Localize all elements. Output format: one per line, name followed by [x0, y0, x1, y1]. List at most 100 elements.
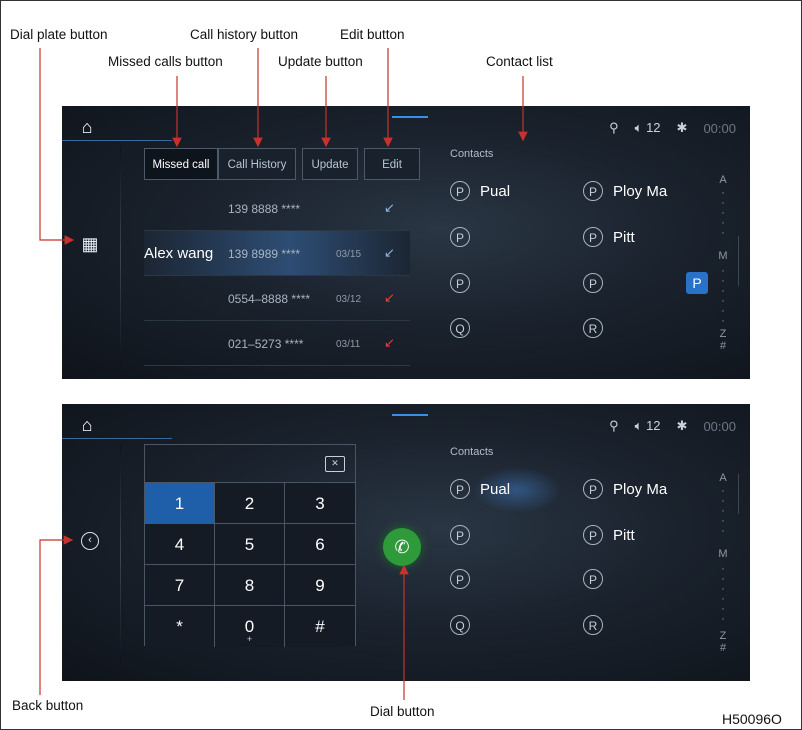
missed-call-icon: ↙: [384, 290, 395, 305]
sidebar-divider: [120, 444, 121, 664]
contact-item[interactable]: R: [583, 615, 613, 635]
contact-item[interactable]: Q: [450, 318, 480, 338]
call-number: 0554–8888 ****: [228, 292, 311, 306]
contacts-title: Contacts: [450, 446, 494, 458]
backspace-icon[interactable]: ✕: [325, 456, 345, 472]
contact-item[interactable]: R: [583, 318, 613, 338]
contact-letter-badge: R: [583, 318, 603, 338]
phone-icon: ✆: [394, 537, 410, 557]
callout-edit: Edit button: [340, 27, 405, 42]
contact-item[interactable]: P: [583, 569, 613, 589]
contact-item[interactable]: P Pual: [450, 181, 510, 201]
contact-letter-badge: P: [450, 569, 470, 589]
az-index-dots: · · · · · ·: [721, 265, 725, 327]
contact-letter-badge: P: [450, 273, 470, 293]
callout-dial: Dial button: [370, 704, 435, 719]
key-2[interactable]: 2: [215, 483, 285, 524]
contact-letter-badge: P: [583, 525, 603, 545]
key-5[interactable]: 5: [215, 524, 285, 565]
back-icon[interactable]: ‹: [81, 532, 99, 550]
az-index-dots: · · · · ·: [721, 187, 725, 239]
contact-item[interactable]: P: [450, 569, 480, 589]
contacts-title: Contacts: [450, 148, 494, 160]
az-index-m[interactable]: M: [716, 548, 730, 560]
contact-letter-badge: P: [450, 525, 470, 545]
call-date: 03/11: [336, 339, 361, 350]
dial-plate-icon[interactable]: ▦: [78, 232, 102, 256]
sidebar-divider: [120, 146, 121, 366]
volume-indicator: 🔈︎ 12: [635, 120, 661, 136]
contact-item[interactable]: P: [450, 525, 480, 545]
contact-name: Pual: [480, 480, 511, 498]
call-date: 03/15: [336, 249, 362, 260]
dial-button[interactable]: ✆: [383, 528, 421, 566]
contact-item[interactable]: P: [450, 227, 480, 247]
contact-letter-badge: P: [450, 181, 470, 201]
missed-call-tab[interactable]: Missed call: [144, 148, 218, 180]
call-log-screen: ⌂ ⚲ 🔈︎ 12 ✱ 00:00 ▦ Missed call Call His…: [62, 106, 750, 379]
az-index-hash[interactable]: #: [716, 642, 730, 654]
call-row[interactable]: Alex wang 139 8989 **** 03/15 ↙: [144, 231, 410, 276]
dial-display[interactable]: ✕: [145, 445, 355, 483]
callout-dial-plate: Dial plate button: [10, 27, 108, 42]
call-number: 021–5273 ****: [228, 337, 304, 351]
key-9[interactable]: 9: [285, 565, 355, 606]
bluetooth-icon: ✱: [676, 120, 688, 135]
callout-missed-calls: Missed calls button: [108, 54, 223, 69]
call-history-tab[interactable]: Call History: [218, 148, 296, 180]
volume-icon: 🔈︎: [634, 120, 643, 135]
scroll-track[interactable]: [738, 474, 739, 514]
az-index-z[interactable]: Z: [716, 328, 730, 340]
contact-letter-badge: R: [583, 615, 603, 635]
call-number: 139 8888 ****: [228, 202, 301, 216]
key-0[interactable]: 0 +: [215, 606, 285, 647]
az-index-hash[interactable]: #: [716, 340, 730, 352]
callout-call-history: Call history button: [190, 27, 299, 42]
top-indicator-line: [392, 414, 428, 416]
missed-call-icon: ↙: [384, 335, 395, 350]
key-7[interactable]: 7: [145, 565, 215, 606]
contact-item[interactable]: P Pitt: [583, 227, 635, 247]
volume-icon: 🔈︎: [634, 418, 643, 433]
incoming-call-icon: ↙: [384, 245, 395, 260]
key-4[interactable]: 4: [145, 524, 215, 565]
key-hash[interactable]: #: [285, 606, 355, 647]
contact-item[interactable]: P Ploy Ma: [583, 181, 667, 201]
key-star[interactable]: *: [145, 606, 215, 647]
call-row[interactable]: 021–5273 **** 03/11 ↙: [144, 321, 410, 366]
bluetooth-icon: ✱: [676, 418, 688, 433]
home-icon[interactable]: ⌂: [76, 414, 98, 436]
contact-item[interactable]: P: [450, 273, 480, 293]
call-row[interactable]: 0554–8888 **** 03/12 ↙: [144, 276, 410, 321]
contact-item[interactable]: P: [583, 273, 613, 293]
key-8[interactable]: 8: [215, 565, 285, 606]
az-index-a[interactable]: A: [716, 472, 730, 484]
contact-name: Pitt: [613, 228, 635, 246]
az-index-z[interactable]: Z: [716, 630, 730, 642]
az-index-dots: · · · · · ·: [721, 563, 725, 625]
volume-value: 12: [646, 120, 661, 135]
call-row[interactable]: 139 8888 **** ↙: [144, 186, 410, 231]
contact-name: Pual: [480, 182, 511, 200]
contact-item[interactable]: Q: [450, 615, 480, 635]
top-indicator-line: [392, 116, 428, 118]
home-icon[interactable]: ⌂: [76, 116, 98, 138]
contact-item[interactable]: P Ploy Ma: [583, 479, 667, 499]
key-6[interactable]: 6: [285, 524, 355, 565]
contact-item[interactable]: P Pual: [450, 467, 563, 513]
update-button[interactable]: Update: [302, 148, 358, 180]
call-list: 139 8888 **** ↙ Alex wang 139 8989 **** …: [144, 186, 410, 366]
contact-letter-badge: P: [583, 181, 603, 201]
edit-button[interactable]: Edit: [364, 148, 420, 180]
key-1[interactable]: 1: [145, 483, 215, 524]
contact-item[interactable]: P Pitt: [583, 525, 635, 545]
scroll-track[interactable]: [738, 236, 739, 286]
az-index-m[interactable]: M: [716, 250, 730, 262]
dialer-screen: ⌂ ⚲ 🔈︎ 12 ✱ 00:00 ‹ ✕ 1 2 3 4 5 6 7 8 9 …: [62, 404, 750, 681]
call-date: 03/12: [336, 294, 362, 305]
key-3[interactable]: 3: [285, 483, 355, 524]
status-bar: ⚲ 🔈︎ 12 ✱ 00:00: [609, 418, 736, 434]
az-index-a[interactable]: A: [716, 174, 730, 186]
clock: 00:00: [703, 120, 736, 136]
contact-letter-badge: P: [583, 227, 603, 247]
